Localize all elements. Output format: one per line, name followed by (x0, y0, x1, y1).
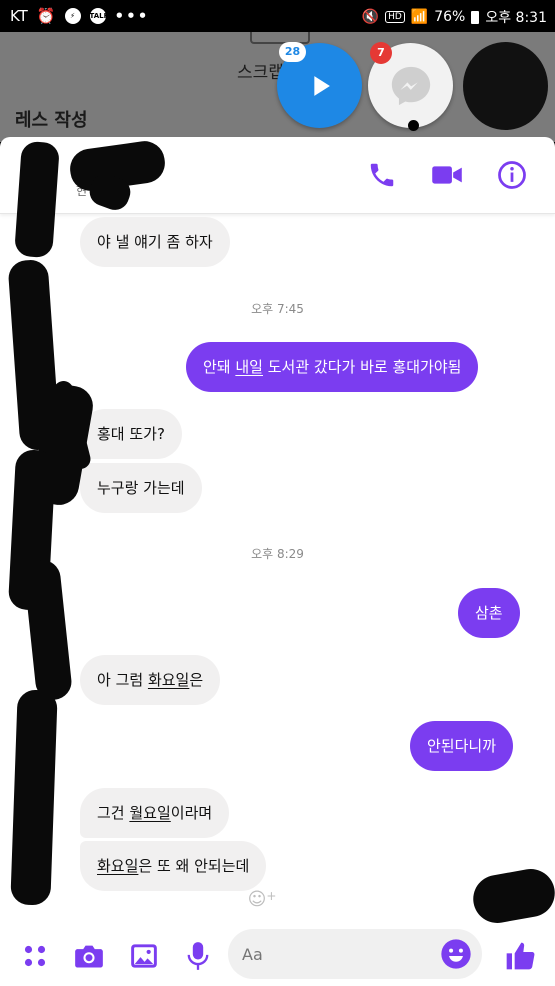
message-underlined-text: 내일 (235, 358, 263, 376)
video-chat-head-badge: 28 (279, 42, 306, 62)
message-text: 은 또 왜 안되는데 (138, 857, 250, 875)
redaction-mark (14, 140, 60, 259)
timestamp: 오후 7:45 (251, 302, 304, 316)
message-incoming[interactable]: 홍대 또가? (80, 409, 182, 459)
battery-icon (471, 10, 480, 24)
chat-head-indicator-dot (408, 120, 419, 131)
contact-chat-head[interactable] (463, 42, 548, 130)
alarm-icon: ⏰ (36, 7, 56, 25)
clock: 오후 8:31 (485, 10, 547, 26)
timestamp: 오후 8:29 (251, 547, 304, 561)
battery-percent: 76% (434, 9, 466, 25)
message-text: 그건 (97, 804, 130, 822)
message-incoming[interactable]: 그건 월요일 이라며 (80, 788, 230, 838)
more-notifications-icon: ••• (114, 7, 150, 25)
play-icon (313, 75, 330, 96)
mute-icon: 🔇 (361, 9, 380, 25)
message-text: 은 (189, 671, 204, 689)
messenger-notification-icon: ⚡ (64, 8, 81, 24)
info-icon[interactable] (496, 159, 528, 191)
chat-panel: 현 야 낼 얘기 좀 하자 오후 7:45 안돼 내일 도서관 갔다가 바로 홍… (0, 137, 555, 986)
kakaotalk-notification-icon: TALK (89, 8, 109, 24)
emoji-icon[interactable] (440, 938, 472, 970)
message-text: 도서관 갔다가 바로 홍대가야됨 (262, 358, 462, 376)
message-incoming[interactable]: 누구랑 가는데 (80, 463, 202, 513)
background-tab-outline (250, 32, 310, 44)
message-text: 아 그럼 (97, 671, 148, 689)
redaction-mark (10, 689, 58, 906)
phone-icon[interactable] (366, 159, 398, 191)
video-call-icon[interactable] (431, 159, 463, 191)
hd-voice-icon: HD (385, 11, 405, 23)
apps-icon[interactable] (19, 940, 51, 972)
mic-icon[interactable] (182, 940, 214, 972)
gallery-icon[interactable] (128, 940, 160, 972)
message-outgoing[interactable]: 안된다니까 (410, 721, 514, 771)
message-text: 안돼 (203, 358, 236, 376)
message-incoming[interactable]: 아 그럼 화요일 은 (80, 655, 221, 705)
message-incoming[interactable]: 화요일 은 또 왜 안되는데 (80, 841, 267, 891)
wifi-icon: 📶 (410, 9, 429, 25)
status-bar: KT ⏰ ⚡ TALK ••• 🔇 HD 📶 76% 오후 8:31 (0, 0, 555, 32)
thumbs-up-icon[interactable] (504, 940, 536, 972)
message-text: 이라며 (170, 804, 213, 822)
message-outgoing[interactable]: 안돼 내일 도서관 갔다가 바로 홍대가야됨 (186, 342, 479, 392)
background-page-title: 레스 작성 (15, 110, 88, 131)
message-underlined-text: 화요일 (97, 857, 139, 875)
carrier-label: KT (10, 7, 28, 25)
messenger-chat-head-badge: 7 (370, 42, 392, 64)
camera-icon[interactable] (73, 940, 105, 972)
message-outgoing[interactable]: 삼촌 (458, 588, 520, 638)
add-reaction-icon[interactable]: ☺+ (244, 889, 280, 915)
message-incoming[interactable]: 야 낼 얘기 좀 하자 (80, 217, 230, 267)
messenger-icon (391, 66, 430, 105)
composer-bar (0, 924, 555, 986)
message-underlined-text: 월요일 (129, 804, 171, 822)
message-underlined-text: 화요일 (147, 671, 190, 689)
